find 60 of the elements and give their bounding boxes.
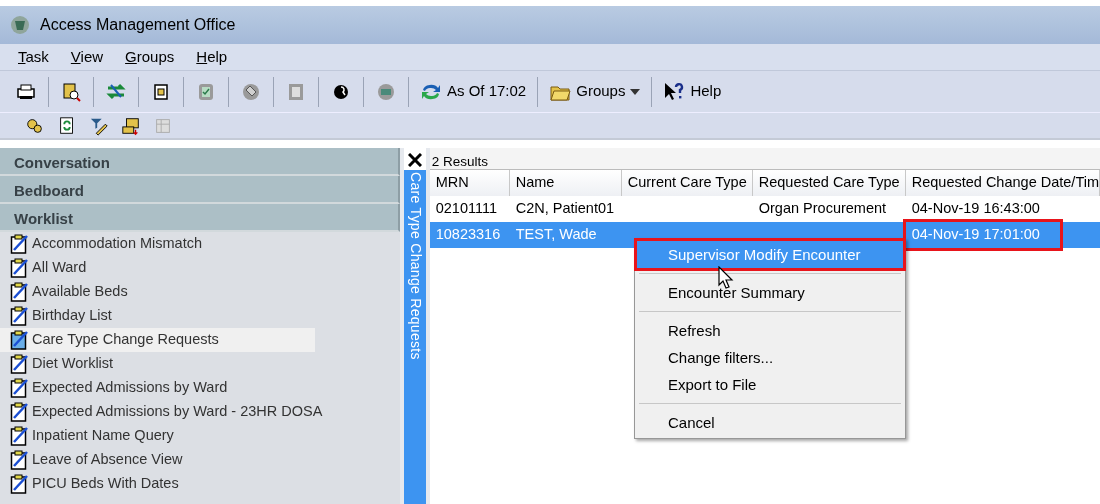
worklist-item[interactable]: Inpatient Name Query — [0, 424, 180, 448]
table-row[interactable]: 02101111 C2N, Patient01 Organ Procurement 04-Nov-19 16:43:00 — [429, 196, 1100, 222]
caret-icon — [630, 88, 641, 95]
section-header[interactable]: Conversation — [0, 148, 400, 176]
worklist-item[interactable]: Diet Worklist — [0, 352, 120, 376]
clipboard-icon — [10, 377, 30, 399]
window-title: Access Management Office — [40, 15, 236, 35]
clipboard-icon — [10, 305, 30, 327]
table-cell-text: TEST, Wade — [514, 225, 598, 245]
table-cell-text: C2N, Patient01 — [514, 199, 616, 219]
column-header[interactable]: Requested Care Type — [752, 170, 906, 196]
clipboard-icon — [10, 449, 30, 471]
menu-item[interactable]: Help — [196, 45, 228, 69]
menu-item[interactable]: View — [70, 45, 104, 69]
section-header[interactable]: Bedboard — [0, 176, 400, 204]
clipboard-icon — [10, 425, 30, 447]
table-cell: 04-Nov-19 17:01:00 — [905, 222, 1060, 248]
menu-item[interactable]: Groups — [125, 45, 175, 69]
help-pointer-icon — [663, 80, 686, 103]
computer-export-icon — [121, 115, 141, 136]
clipboard-icon — [10, 233, 30, 255]
menu-item[interactable]: Refresh — [637, 317, 903, 344]
menu-item[interactable]: Cancel — [637, 409, 903, 436]
menu-item[interactable]: Encounter Summary — [637, 279, 903, 306]
clipboard-icon — [10, 401, 30, 423]
table-cell-text: 04-Nov-19 16:43:00 — [910, 199, 1041, 219]
column-header[interactable]: Current Care Type — [621, 170, 753, 196]
worklist-item[interactable]: Accommodation Mismatch — [0, 232, 209, 256]
menu-item[interactable]: Change filters... — [637, 344, 903, 371]
table-cell-text: 02101111 — [434, 199, 499, 219]
toolbar-button[interactable]: Groups — [546, 78, 644, 105]
worklist-item[interactable]: Birthday List — [0, 304, 118, 328]
key-search-icon — [60, 80, 82, 103]
menu-item[interactable]: Export to File — [637, 371, 903, 398]
menu-item[interactable]: Task — [18, 45, 49, 69]
results-count: 2 Results — [429, 148, 1100, 170]
clipboard-icon — [10, 353, 30, 375]
worklist-item[interactable]: PICU Beds With Dates — [0, 472, 185, 496]
column-header[interactable]: MRN — [429, 170, 510, 196]
app-icon — [10, 15, 30, 35]
worklist-item[interactable]: Care Type Change Requests — [0, 328, 315, 352]
worklist-item[interactable]: Expected Admissions by Ward - 23HR DOSA — [0, 400, 329, 424]
close-button[interactable] — [403, 148, 426, 170]
worklist-item[interactable]: Available Beds — [0, 280, 134, 304]
toolbar-button[interactable]: Help — [660, 78, 725, 105]
clipboard-icon — [10, 473, 30, 495]
worklist-item[interactable]: All Ward — [0, 256, 93, 280]
clipboard-icon — [10, 281, 30, 303]
worklist-item[interactable]: Leave of Absence View — [0, 448, 189, 472]
clipboard-icon — [10, 257, 30, 279]
table-cell-text: 10823316 — [434, 225, 502, 245]
toolbar-button[interactable]: As Of 17:02 — [417, 78, 530, 105]
column-header[interactable]: Requested Change Date/Tim — [905, 170, 1100, 196]
worklist-item[interactable]: Expected Admissions by Ward — [0, 376, 234, 400]
close-icon — [407, 153, 422, 168]
column-header[interactable]: Name — [509, 170, 622, 196]
mouse-cursor-icon — [718, 266, 734, 290]
section-header[interactable]: Worklist — [0, 204, 400, 232]
clipboard-icon — [10, 329, 30, 351]
table-cell-text: Organ Procurement — [757, 199, 888, 219]
